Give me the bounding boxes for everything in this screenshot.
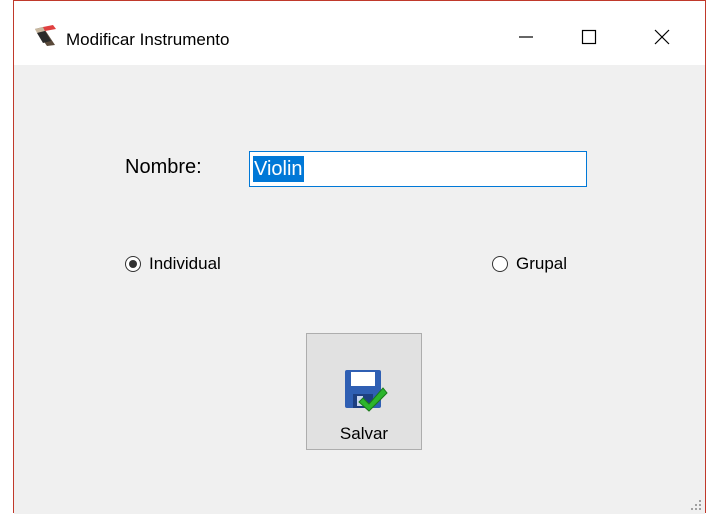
form-client-area: Nombre: Violin Individual Grupal Salvar (14, 65, 705, 514)
close-button[interactable] (640, 19, 684, 55)
maximize-button[interactable] (567, 19, 611, 55)
resize-grip-icon[interactable] (690, 499, 702, 511)
close-icon (654, 29, 670, 45)
dialog-window: Modificar Instrumento Nombre: Violin Ind… (13, 0, 706, 514)
save-check-icon (345, 370, 388, 412)
minimize-icon (519, 36, 533, 38)
window-title: Modificar Instrumento (66, 30, 230, 49)
radio-selected-dot (129, 260, 137, 268)
radio-grupal-circle[interactable] (492, 256, 508, 272)
radio-grupal[interactable]: Grupal (492, 254, 567, 274)
radio-individual-circle[interactable] (125, 256, 141, 272)
nombre-label: Nombre: (125, 156, 202, 178)
radio-individual-label[interactable]: Individual (149, 254, 221, 274)
save-button-label: Salvar (339, 424, 389, 443)
nombre-input-value: Violin (253, 156, 304, 182)
radio-individual[interactable]: Individual (125, 254, 221, 274)
nombre-input[interactable]: Violin (249, 151, 587, 187)
radio-grupal-label[interactable]: Grupal (516, 254, 567, 274)
title-bar[interactable]: Modificar Instrumento (14, 1, 705, 65)
minimize-button[interactable] (504, 19, 548, 55)
save-button[interactable]: Salvar (306, 333, 422, 450)
instrument-app-icon (35, 25, 56, 46)
maximize-icon (581, 29, 597, 45)
